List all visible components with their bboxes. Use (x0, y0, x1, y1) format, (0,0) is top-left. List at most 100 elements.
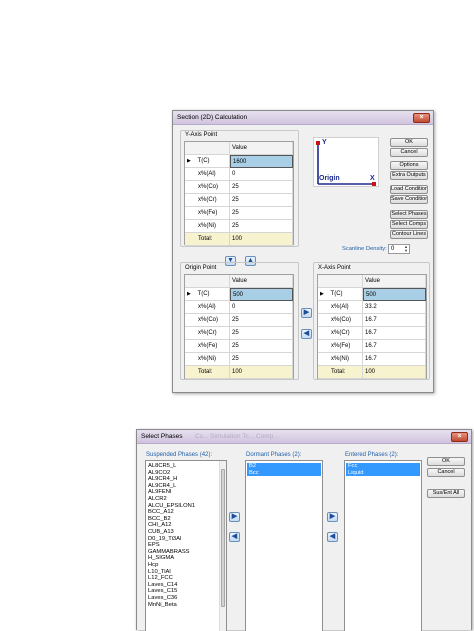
suspended-phases-label: Suspended Phases (42): (146, 452, 213, 458)
list-item[interactable]: Hcp (148, 562, 158, 569)
move-to-dormant-button[interactable]: ▶ (229, 512, 240, 522)
suspended-phases-list[interactable]: AL8CR5_L AL9CO2 AL9CR4_H AL9CR4_L AL9FEN… (145, 460, 227, 631)
options-button[interactable]: Options (390, 161, 428, 170)
sus-ent-all-button[interactable]: Sus/Ent All (427, 489, 465, 498)
y-axis-label: Y-Axis Point (185, 132, 218, 138)
list-item[interactable]: Liquid (346, 469, 420, 477)
title-bar[interactable]: Section (2D) Calculation × (173, 111, 433, 125)
list-item[interactable]: GAMMABRASS (148, 549, 190, 556)
list-item[interactable]: AL9CO2 (148, 470, 170, 477)
list-item[interactable]: B2 (247, 463, 321, 470)
ok-button[interactable]: OK (390, 138, 428, 147)
list-item[interactable]: Fcc (346, 463, 420, 470)
close-button[interactable]: × (413, 113, 430, 123)
grid-row-name: x%(Cr) (318, 327, 363, 340)
grid-cell-value[interactable]: 25 (230, 340, 293, 353)
copy-left-button[interactable]: ◀ (301, 329, 312, 339)
grid-cell-value[interactable]: 25 (230, 207, 293, 220)
x-axis-label: X-Axis Point (318, 265, 351, 271)
grid-cell-value[interactable]: 500 (230, 288, 293, 301)
load-condition-button[interactable]: Load Condition (390, 185, 428, 194)
grid-cell-value[interactable]: 25 (230, 314, 293, 327)
cancel-button[interactable]: Cancel (390, 148, 428, 157)
grid-cell-value[interactable]: 1600 (230, 155, 293, 168)
grid-row-name: x%(Cr) (185, 327, 230, 340)
list-item[interactable]: CUB_A13 (148, 529, 174, 536)
list-item[interactable]: AL9FENI (148, 489, 172, 496)
grid-row-name: x%(Ni) (318, 353, 363, 366)
grid-cell-value[interactable]: 0 (230, 168, 293, 181)
list-item[interactable]: BCC_A12 (148, 509, 174, 516)
grid-row-name: x%(Ni) (185, 353, 230, 366)
list-item[interactable]: L10_TiAl (148, 569, 171, 576)
ok-button[interactable]: OK (427, 457, 465, 466)
select-comps-button[interactable]: Select Comps (390, 220, 428, 229)
total-row-value: 100 (363, 366, 426, 379)
save-condition-button[interactable]: Save Condition (390, 195, 428, 204)
title-bar[interactable]: Select Phases Cs... Simulation Tc... Com… (137, 430, 471, 444)
close-button[interactable]: × (451, 432, 468, 442)
spin-arrows-icon[interactable]: ▲ ▼ (404, 245, 408, 253)
total-row-name: Total: (185, 233, 230, 246)
grid-cell-value[interactable]: 500 (363, 288, 426, 301)
total-row-value: 100 (230, 233, 293, 246)
cancel-button[interactable]: Cancel (427, 468, 465, 477)
scanline-density-value: 0 (391, 246, 395, 252)
arrow-right-icon: ▶ (303, 309, 310, 316)
contour-lines-button[interactable]: Contour Lines (390, 230, 428, 239)
select-phases-button[interactable]: Select Phases (390, 210, 428, 219)
list-item[interactable]: ALCR2 (148, 496, 167, 503)
list-item[interactable]: H_SIGMA (148, 555, 174, 562)
grid-row-name: x%(Al) (185, 168, 230, 181)
grid-row-name: x%(Co) (185, 314, 230, 327)
preview-y-label: Y (322, 139, 327, 146)
list-item[interactable]: D0_19_Ti3Al (148, 536, 181, 543)
list-item[interactable]: ALCU_EPSILON1 (148, 503, 195, 510)
arrow-left-icon: ◀ (303, 330, 310, 337)
dialog-title: Section (2D) Calculation (177, 114, 248, 121)
grid-cell-value[interactable]: 33.2 (363, 301, 426, 314)
list-item[interactable]: AL9CR4_L (148, 483, 176, 490)
list-item[interactable]: BCC_B2 (148, 516, 171, 523)
list-item[interactable]: MnNi_Beta (148, 602, 177, 609)
move-to-suspended-button[interactable]: ◀ (229, 532, 240, 542)
list-item[interactable]: Laves_C36 (148, 595, 177, 602)
entered-phases-list[interactable]: Fcc Liquid (344, 460, 422, 631)
list-item[interactable]: AL9CR4_H (148, 476, 177, 483)
arrow-left-icon: ◀ (329, 533, 336, 540)
move-to-dormant-left-button[interactable]: ◀ (327, 532, 338, 542)
grid-cell-value[interactable]: 16.7 (363, 314, 426, 327)
grid-cell-value[interactable]: 16.7 (363, 340, 426, 353)
grid-row-name: x%(Al) (185, 301, 230, 314)
origin-point-grid[interactable]: Value ▶ T(C) 500 x%(Al) 0 x%(Co) 25 x%(C… (184, 274, 294, 379)
list-item[interactable]: CHI_A12 (148, 522, 172, 529)
grid-cell-value[interactable]: 25 (230, 181, 293, 194)
grid-cell-value[interactable]: 25 (230, 353, 293, 366)
scanline-density-input[interactable]: 0 ▲ ▼ (388, 244, 410, 254)
entered-phases-label: Entered Phases (2): (345, 452, 399, 458)
dormant-phases-list[interactable]: B2 Bcc (245, 460, 323, 631)
grid-row-name: ▶ T(C) (185, 288, 230, 301)
grid-cell-value[interactable]: 16.7 (363, 327, 426, 340)
copy-right-button[interactable]: ▶ (301, 308, 312, 318)
grid-cell-value[interactable]: 25 (230, 194, 293, 207)
grid-cell-value[interactable]: 0 (230, 301, 293, 314)
list-item[interactable]: L12_FCC (148, 575, 173, 582)
grid-row-name: x%(Ni) (185, 220, 230, 233)
x-axis-grid[interactable]: Value ▶ T(C) 500 x%(Al) 33.2 x%(Co) 16.7… (317, 274, 427, 379)
extra-outputs-button[interactable]: Extra Outputs (390, 171, 428, 180)
list-item[interactable]: Laves_C15 (148, 588, 177, 595)
grid-cell-value[interactable]: 25 (230, 327, 293, 340)
y-axis-grid[interactable]: Value ▶ T(C) 1600 x%(Al) 0 x%(Co) 25 x%(… (184, 141, 294, 246)
scrollbar-thumb[interactable] (221, 469, 225, 607)
background-window-title: Cs... Simulation Tc... Comp... (195, 433, 279, 440)
grid-cell-value[interactable]: 16.7 (363, 353, 426, 366)
list-item[interactable]: Laves_C14 (148, 582, 177, 589)
list-item[interactable]: AL8CR5_L (148, 463, 176, 470)
list-item[interactable]: EPS (148, 542, 160, 549)
list-item[interactable]: Bcc (247, 469, 321, 477)
grid-cell-value[interactable]: 25 (230, 220, 293, 233)
vertical-scrollbar[interactable] (219, 461, 226, 631)
select-phases-dialog: Select Phases Cs... Simulation Tc... Com… (136, 429, 472, 631)
move-to-entered-button[interactable]: ▶ (327, 512, 338, 522)
